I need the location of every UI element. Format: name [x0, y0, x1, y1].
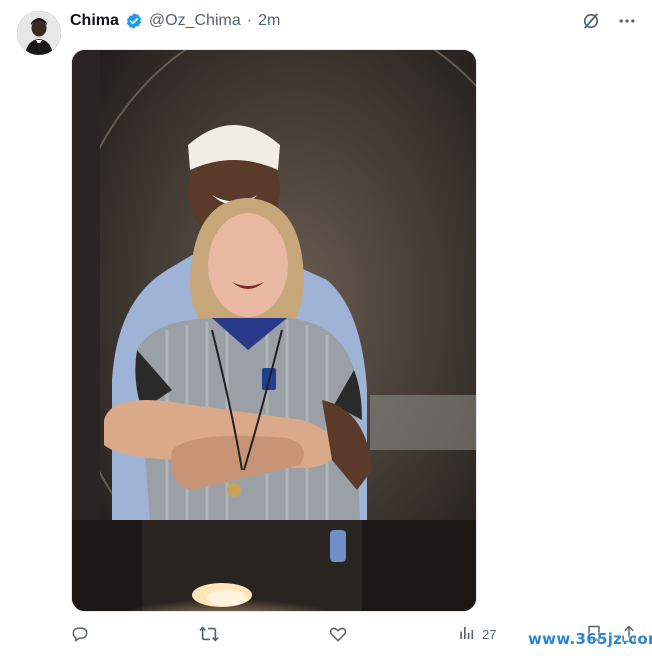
views-count: 27 — [482, 627, 497, 642]
tweet-header: Chima @Oz_Chima · 2m — [70, 11, 280, 31]
retweet-icon — [198, 624, 220, 647]
grok-icon[interactable] — [580, 10, 602, 32]
author-handle[interactable]: @Oz_Chima — [149, 12, 241, 30]
tweet-timestamp[interactable]: 2m — [258, 12, 280, 30]
watermark-text: www.365jz.com — [528, 630, 652, 648]
views-button[interactable]: 27 — [458, 624, 496, 645]
like-button[interactable] — [328, 624, 348, 647]
tweet-photo[interactable] — [71, 49, 477, 612]
user-avatar[interactable] — [17, 11, 61, 55]
more-options-icon[interactable] — [616, 10, 638, 32]
views-chart-icon — [458, 624, 476, 645]
verified-badge-icon — [125, 12, 143, 30]
retweet-button[interactable] — [198, 624, 220, 647]
separator-dot: · — [246, 12, 253, 29]
heart-icon — [328, 624, 348, 647]
author-name[interactable]: Chima — [70, 12, 119, 30]
reply-button[interactable] — [70, 624, 90, 647]
header-actions — [580, 10, 638, 32]
reply-icon — [70, 624, 90, 647]
